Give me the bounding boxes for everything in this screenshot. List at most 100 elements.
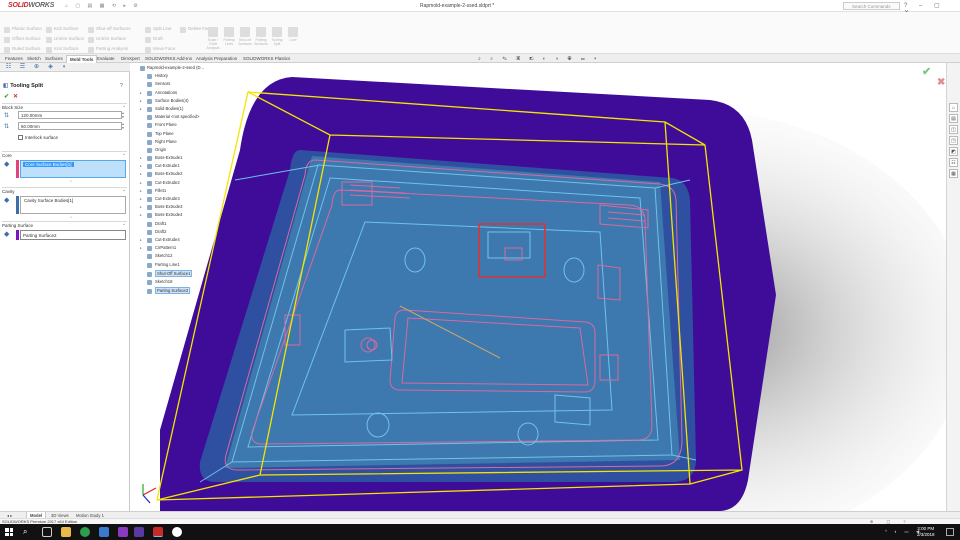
confirm-corner-ok-icon[interactable]: ✔: [922, 65, 931, 78]
direction2-spinner[interactable]: ▲ ▼: [120, 122, 126, 130]
tree-item[interactable]: ▸ CirPattern1: [138, 245, 218, 253]
interlock-checkbox-box[interactable]: [18, 135, 23, 140]
expand-arrow-icon[interactable]: ▸: [140, 197, 142, 201]
help-icon[interactable]: ?: [120, 83, 123, 89]
tree-item[interactable]: ▸ Cut-Extrude1: [138, 163, 218, 171]
graphics-area[interactable]: [131, 63, 946, 511]
taskbar-clock[interactable]: 2:00 PM 2/3/2018: [917, 526, 935, 538]
propertymanager-tab-icon[interactable]: ☰: [16, 64, 29, 71]
task-pane-tab-icon[interactable]: ◳: [949, 136, 958, 145]
expand-arrow-icon[interactable]: ▸: [140, 164, 142, 168]
resize-grip[interactable]: ═: [70, 215, 72, 219]
core-selection-box[interactable]: Core Surface Bodies[1]: [20, 160, 126, 178]
expand-arrow-icon[interactable]: ▸: [140, 107, 142, 111]
tab-surfaces[interactable]: Surfaces: [42, 55, 66, 63]
tab-mold-tools[interactable]: Mold Tools: [66, 55, 98, 63]
tree-item[interactable]: Sketch12: [138, 253, 218, 261]
task-pane-tab-icon[interactable]: ⌂: [949, 103, 958, 112]
tree-item[interactable]: Right Plane: [138, 139, 218, 147]
task-view-icon[interactable]: [42, 527, 52, 537]
tooling-split-button[interactable]: Tooling Split: [270, 26, 284, 56]
direction1-spinner[interactable]: ▲ ▼: [120, 111, 126, 119]
task-pane-tab-icon[interactable]: ◫: [949, 125, 958, 134]
tree-item[interactable]: Sensors: [138, 81, 218, 89]
app-icon-2[interactable]: [118, 527, 128, 537]
file-explorer-icon[interactable]: [61, 527, 71, 537]
expand-arrow-icon[interactable]: ▸: [140, 189, 142, 193]
direction1-depth-input[interactable]: 120.00mm: [18, 111, 122, 119]
dimxpert-tab-icon[interactable]: ◈: [44, 64, 57, 71]
tree-item[interactable]: ▸ Cut-Extrude2: [138, 180, 218, 188]
block-size-header[interactable]: Block Size ⌃: [2, 103, 127, 110]
tab-dimxpert[interactable]: DimXpert: [118, 55, 143, 63]
task-pane-tab-icon[interactable]: ◩: [949, 147, 958, 156]
expand-arrow-icon[interactable]: ▸: [140, 181, 142, 185]
cavity-selection-box[interactable]: Cavity Surface Bodies[1]: [20, 196, 126, 214]
ok-button[interactable]: ✔: [4, 93, 9, 100]
solidworks-logo[interactable]: SOLIDWORKS: [8, 2, 54, 9]
cavity-header[interactable]: Cavity ⌃: [2, 187, 127, 194]
planar-surface-button[interactable]: Planar Surface: [4, 26, 42, 36]
tab-evaluate[interactable]: Evaluate: [94, 55, 118, 63]
expand-arrow-icon[interactable]: ▸: [140, 172, 142, 176]
tree-item[interactable]: Material <not specified>: [138, 114, 218, 122]
split-line-button[interactable]: Split Line: [145, 26, 175, 36]
tree-item[interactable]: Front Plane: [138, 122, 218, 130]
cavity-selection-item[interactable]: Cavity Surface Bodies[1]: [24, 198, 73, 203]
tree-item[interactable]: ▸ Cut-Extrude3: [138, 196, 218, 204]
tree-item[interactable]: Parting Line1: [138, 262, 218, 270]
untrim-surface-2-button[interactable]: Untrim Surface: [88, 36, 131, 46]
parting-surface-item[interactable]: Parting Surface2: [23, 233, 57, 238]
tab-analysis-preparation[interactable]: Analysis Preparation: [193, 55, 240, 63]
tree-item[interactable]: ▸ Boss-Extrude1: [138, 155, 218, 163]
tree-item[interactable]: ▸ Boss-Extrude3: [138, 204, 218, 212]
tab-solidworks-plastics[interactable]: SOLIDWORKS Plastics: [240, 55, 293, 63]
tree-item[interactable]: ▸ Boss-Extrude4: [138, 212, 218, 220]
display-tab-icon[interactable]: ◐: [58, 64, 71, 71]
tree-item[interactable]: ▸ Surface Bodies(4): [138, 98, 218, 106]
direction2-depth-input[interactable]: 60.00mm: [18, 122, 122, 130]
tree-item[interactable]: Sketch18: [138, 279, 218, 287]
task-pane-tab-icon[interactable]: ▦: [949, 169, 958, 178]
tab-sketch[interactable]: Sketch: [24, 55, 44, 63]
notification-icon[interactable]: [946, 528, 954, 536]
offset-surface-button[interactable]: Offset Surface: [4, 36, 42, 46]
tree-item[interactable]: Origin: [138, 147, 218, 155]
app-icon[interactable]: [99, 527, 109, 537]
tree-item[interactable]: ▸ Fillet1: [138, 188, 218, 196]
tree-item[interactable]: ▸ Cut-Extrude4: [138, 237, 218, 245]
resize-grip[interactable]: ═: [70, 179, 72, 183]
parting-lines-button[interactable]: Parting Lines: [222, 26, 236, 56]
expand-arrow-icon[interactable]: ▸: [140, 246, 142, 250]
knit-surface-button[interactable]: Knit Surface: [46, 26, 84, 36]
core-button[interactable]: Core: [286, 26, 300, 56]
tab-solidworks-addins[interactable]: SOLIDWORKS Add-Ins: [142, 55, 195, 63]
tree-item[interactable]: Top Plane: [138, 131, 218, 139]
direction2-icon[interactable]: ⇅: [4, 123, 9, 130]
direction1-icon[interactable]: ⇅: [4, 112, 9, 119]
core-header[interactable]: Core ⌃: [2, 151, 127, 158]
tab-features[interactable]: Features: [2, 55, 26, 63]
cancel-button[interactable]: ✕: [13, 93, 18, 100]
search-icon[interactable]: ⌕: [23, 527, 27, 537]
parting-surface-selection-box[interactable]: Parting Surface2: [20, 230, 126, 240]
app-icon-4[interactable]: [172, 527, 182, 537]
tree-item[interactable]: Shut-Off Surface1: [138, 269, 218, 279]
expand-arrow-icon[interactable]: ▸: [140, 238, 142, 242]
tree-item[interactable]: History: [138, 73, 218, 81]
windows-start-icon[interactable]: [5, 528, 13, 536]
shut-off-surfaces-button[interactable]: Shut-off Surfaces: [88, 26, 131, 36]
confirm-corner-cancel-icon[interactable]: ✖: [937, 77, 945, 88]
tree-item[interactable]: Draft1: [138, 221, 218, 229]
draft-button[interactable]: Draft: [145, 36, 175, 46]
configuration-tab-icon[interactable]: ⊕: [30, 64, 43, 71]
solidworks-taskbar-icon[interactable]: [153, 527, 163, 537]
draft-analysis-button[interactable]: Scale / Draft Analysis: [206, 26, 220, 56]
search-commands-input[interactable]: Search Commands: [843, 2, 900, 10]
tree-item[interactable]: Draft2: [138, 229, 218, 237]
interlock-surface-checkbox[interactable]: Interlock surface: [2, 134, 127, 142]
tree-item[interactable]: ▸ Boss-Extrude2: [138, 171, 218, 179]
tree-item[interactable]: Rapmold-example-2-ssed (D...: [138, 65, 218, 73]
expand-arrow-icon[interactable]: ▸: [140, 213, 142, 217]
chrome-icon[interactable]: [80, 527, 90, 537]
